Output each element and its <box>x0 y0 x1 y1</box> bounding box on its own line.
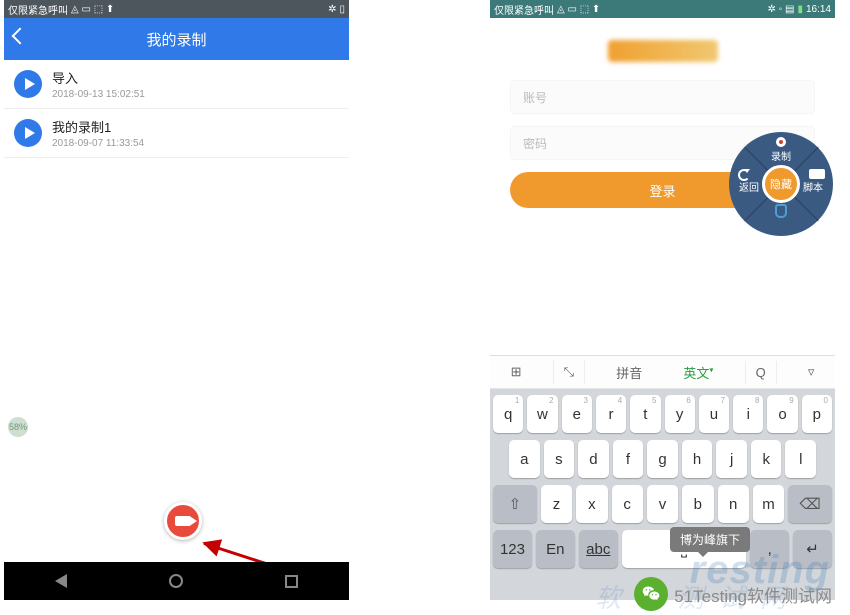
clock: 16:14 <box>806 4 831 15</box>
nav-recent-icon[interactable] <box>285 575 298 588</box>
key-g[interactable]: g <box>647 440 678 478</box>
battery-icon: ▯ <box>339 4 345 15</box>
wechat-icon <box>634 577 668 611</box>
enter-key[interactable]: ↵ <box>793 530 832 568</box>
abc-key[interactable]: abc <box>579 530 618 568</box>
key-d[interactable]: d <box>578 440 609 478</box>
battery-icon: ▮ <box>797 4 803 15</box>
key-y[interactable]: y6 <box>665 395 695 433</box>
ime-grid-icon[interactable]: ⊞ <box>501 360 532 384</box>
key-z[interactable]: z <box>541 485 572 523</box>
key-b[interactable]: b <box>682 485 713 523</box>
header: 我的录制 <box>4 18 349 60</box>
key-p[interactable]: p0 <box>802 395 832 433</box>
radial-record[interactable]: 录制 <box>766 148 796 163</box>
ime-cursor-icon[interactable]: ⤡ <box>553 360 585 384</box>
lang-key[interactable]: En <box>536 530 575 568</box>
key-i[interactable]: i8 <box>733 395 763 433</box>
radial-back[interactable]: 返回 <box>734 179 764 194</box>
app-logo <box>608 40 718 62</box>
nav-home-icon[interactable] <box>169 574 183 588</box>
watermark-footer: 51Testing软件测试网 <box>634 577 832 611</box>
soft-keyboard: q1w2e3r4t5y6u7i8o9p0 asdfghjkl ⇧zxcvbnm⌫… <box>490 389 835 600</box>
ime-prediction[interactable]: 博为峰旗下 <box>670 527 750 552</box>
ime-tab-pinyin[interactable]: 拼音 <box>606 359 652 386</box>
radial-hide[interactable]: 隐藏 <box>762 165 800 203</box>
key-q[interactable]: q1 <box>493 395 523 433</box>
phone-left-recordings: 仅限紧急呼叫 ◬ ▭ ⬚ ⬆ ✲ ▯ 我的录制 导入 2018-09-13 15… <box>4 0 349 600</box>
play-icon[interactable] <box>14 119 42 147</box>
key-m[interactable]: m <box>753 485 784 523</box>
key-j[interactable]: j <box>716 440 747 478</box>
key-n[interactable]: n <box>718 485 749 523</box>
record-fab[interactable] <box>164 502 202 540</box>
key-⇧[interactable]: ⇧ <box>493 485 537 523</box>
key-c[interactable]: c <box>612 485 643 523</box>
status-carrier: 仅限紧急呼叫 <box>8 2 68 17</box>
ime-toolbar: ⊞ ⤡ 拼音 英文▾ Q ▿ <box>490 355 835 389</box>
page-title: 我的录制 <box>146 29 206 50</box>
android-navbar <box>4 562 349 600</box>
status-icons: ◬ ▭ ⬚ ⬆ <box>71 4 114 15</box>
radial-script[interactable]: 脚本 <box>798 179 828 194</box>
key-row-2: asdfghjkl <box>493 440 832 478</box>
recording-time: 2018-09-13 15:02:51 <box>52 89 145 100</box>
key-k[interactable]: k <box>751 440 782 478</box>
num-key[interactable]: 123 <box>493 530 532 568</box>
ime-tab-english[interactable]: 英文▾ <box>673 359 723 386</box>
key-e[interactable]: e3 <box>562 395 592 433</box>
key-x[interactable]: x <box>576 485 607 523</box>
key-f[interactable]: f <box>613 440 644 478</box>
key-v[interactable]: v <box>647 485 678 523</box>
recording-title: 导入 <box>52 68 145 87</box>
key-t[interactable]: t5 <box>630 395 660 433</box>
recording-time: 2018-09-07 11:33:54 <box>52 138 144 149</box>
script-icon <box>809 169 825 179</box>
camera-icon <box>175 516 191 526</box>
comma-key[interactable]: , <box>750 530 789 568</box>
status-bar: 仅限紧急呼叫 ◬ ▭ ⬚ ⬆ ✲ ▯ <box>4 0 349 18</box>
key-row-3: ⇧zxcvbnm⌫ <box>493 485 832 523</box>
key-o[interactable]: o9 <box>767 395 797 433</box>
lock-icon <box>775 204 787 218</box>
key-row-1: q1w2e3r4t5y6u7i8o9p0 <box>493 395 832 433</box>
key-h[interactable]: h <box>682 440 713 478</box>
key-r[interactable]: r4 <box>596 395 626 433</box>
key-a[interactable]: a <box>509 440 540 478</box>
username-field[interactable]: 账号 <box>510 80 815 114</box>
status-icons: ◬ ▭ ⬚ ⬆ <box>557 4 600 15</box>
phone-right-login: 仅限紧急呼叫 ◬ ▭ ⬚ ⬆ ✲ ◦ ▤ ▮ 16:14 账号 密码 登录 录制… <box>490 0 835 600</box>
key-u[interactable]: u7 <box>699 395 729 433</box>
recording-title: 我的录制1 <box>52 117 144 136</box>
password-placeholder: 密码 <box>523 135 547 152</box>
ime-search-icon[interactable]: Q <box>745 361 777 384</box>
key-l[interactable]: l <box>785 440 816 478</box>
back-icon[interactable] <box>12 28 29 45</box>
recording-item[interactable]: 我的录制1 2018-09-07 11:33:54 <box>4 109 349 158</box>
assist-badge[interactable]: 58% <box>8 417 28 437</box>
key-s[interactable]: s <box>544 440 575 478</box>
radial-tool-menu[interactable]: 录制 脚本 返回 隐藏 <box>729 132 833 236</box>
ime-collapse-icon[interactable]: ▿ <box>798 360 825 384</box>
key-w[interactable]: w2 <box>527 395 557 433</box>
status-bar: 仅限紧急呼叫 ◬ ▭ ⬚ ⬆ ✲ ◦ ▤ ▮ 16:14 <box>490 0 835 18</box>
recording-item[interactable]: 导入 2018-09-13 15:02:51 <box>4 60 349 109</box>
watermark-text: 51Testing软件测试网 <box>674 582 832 607</box>
status-carrier: 仅限紧急呼叫 <box>494 2 554 17</box>
bt-icon: ✲ <box>328 4 336 15</box>
key-row-4: 123 En abc ⎵ , ↵ <box>493 530 832 568</box>
nav-back-icon[interactable] <box>55 574 67 588</box>
bt-icon: ✲ ◦ ▤ <box>768 4 795 15</box>
key-⌫[interactable]: ⌫ <box>788 485 832 523</box>
record-dot-icon <box>776 137 786 147</box>
username-placeholder: 账号 <box>523 89 547 106</box>
play-icon[interactable] <box>14 70 42 98</box>
